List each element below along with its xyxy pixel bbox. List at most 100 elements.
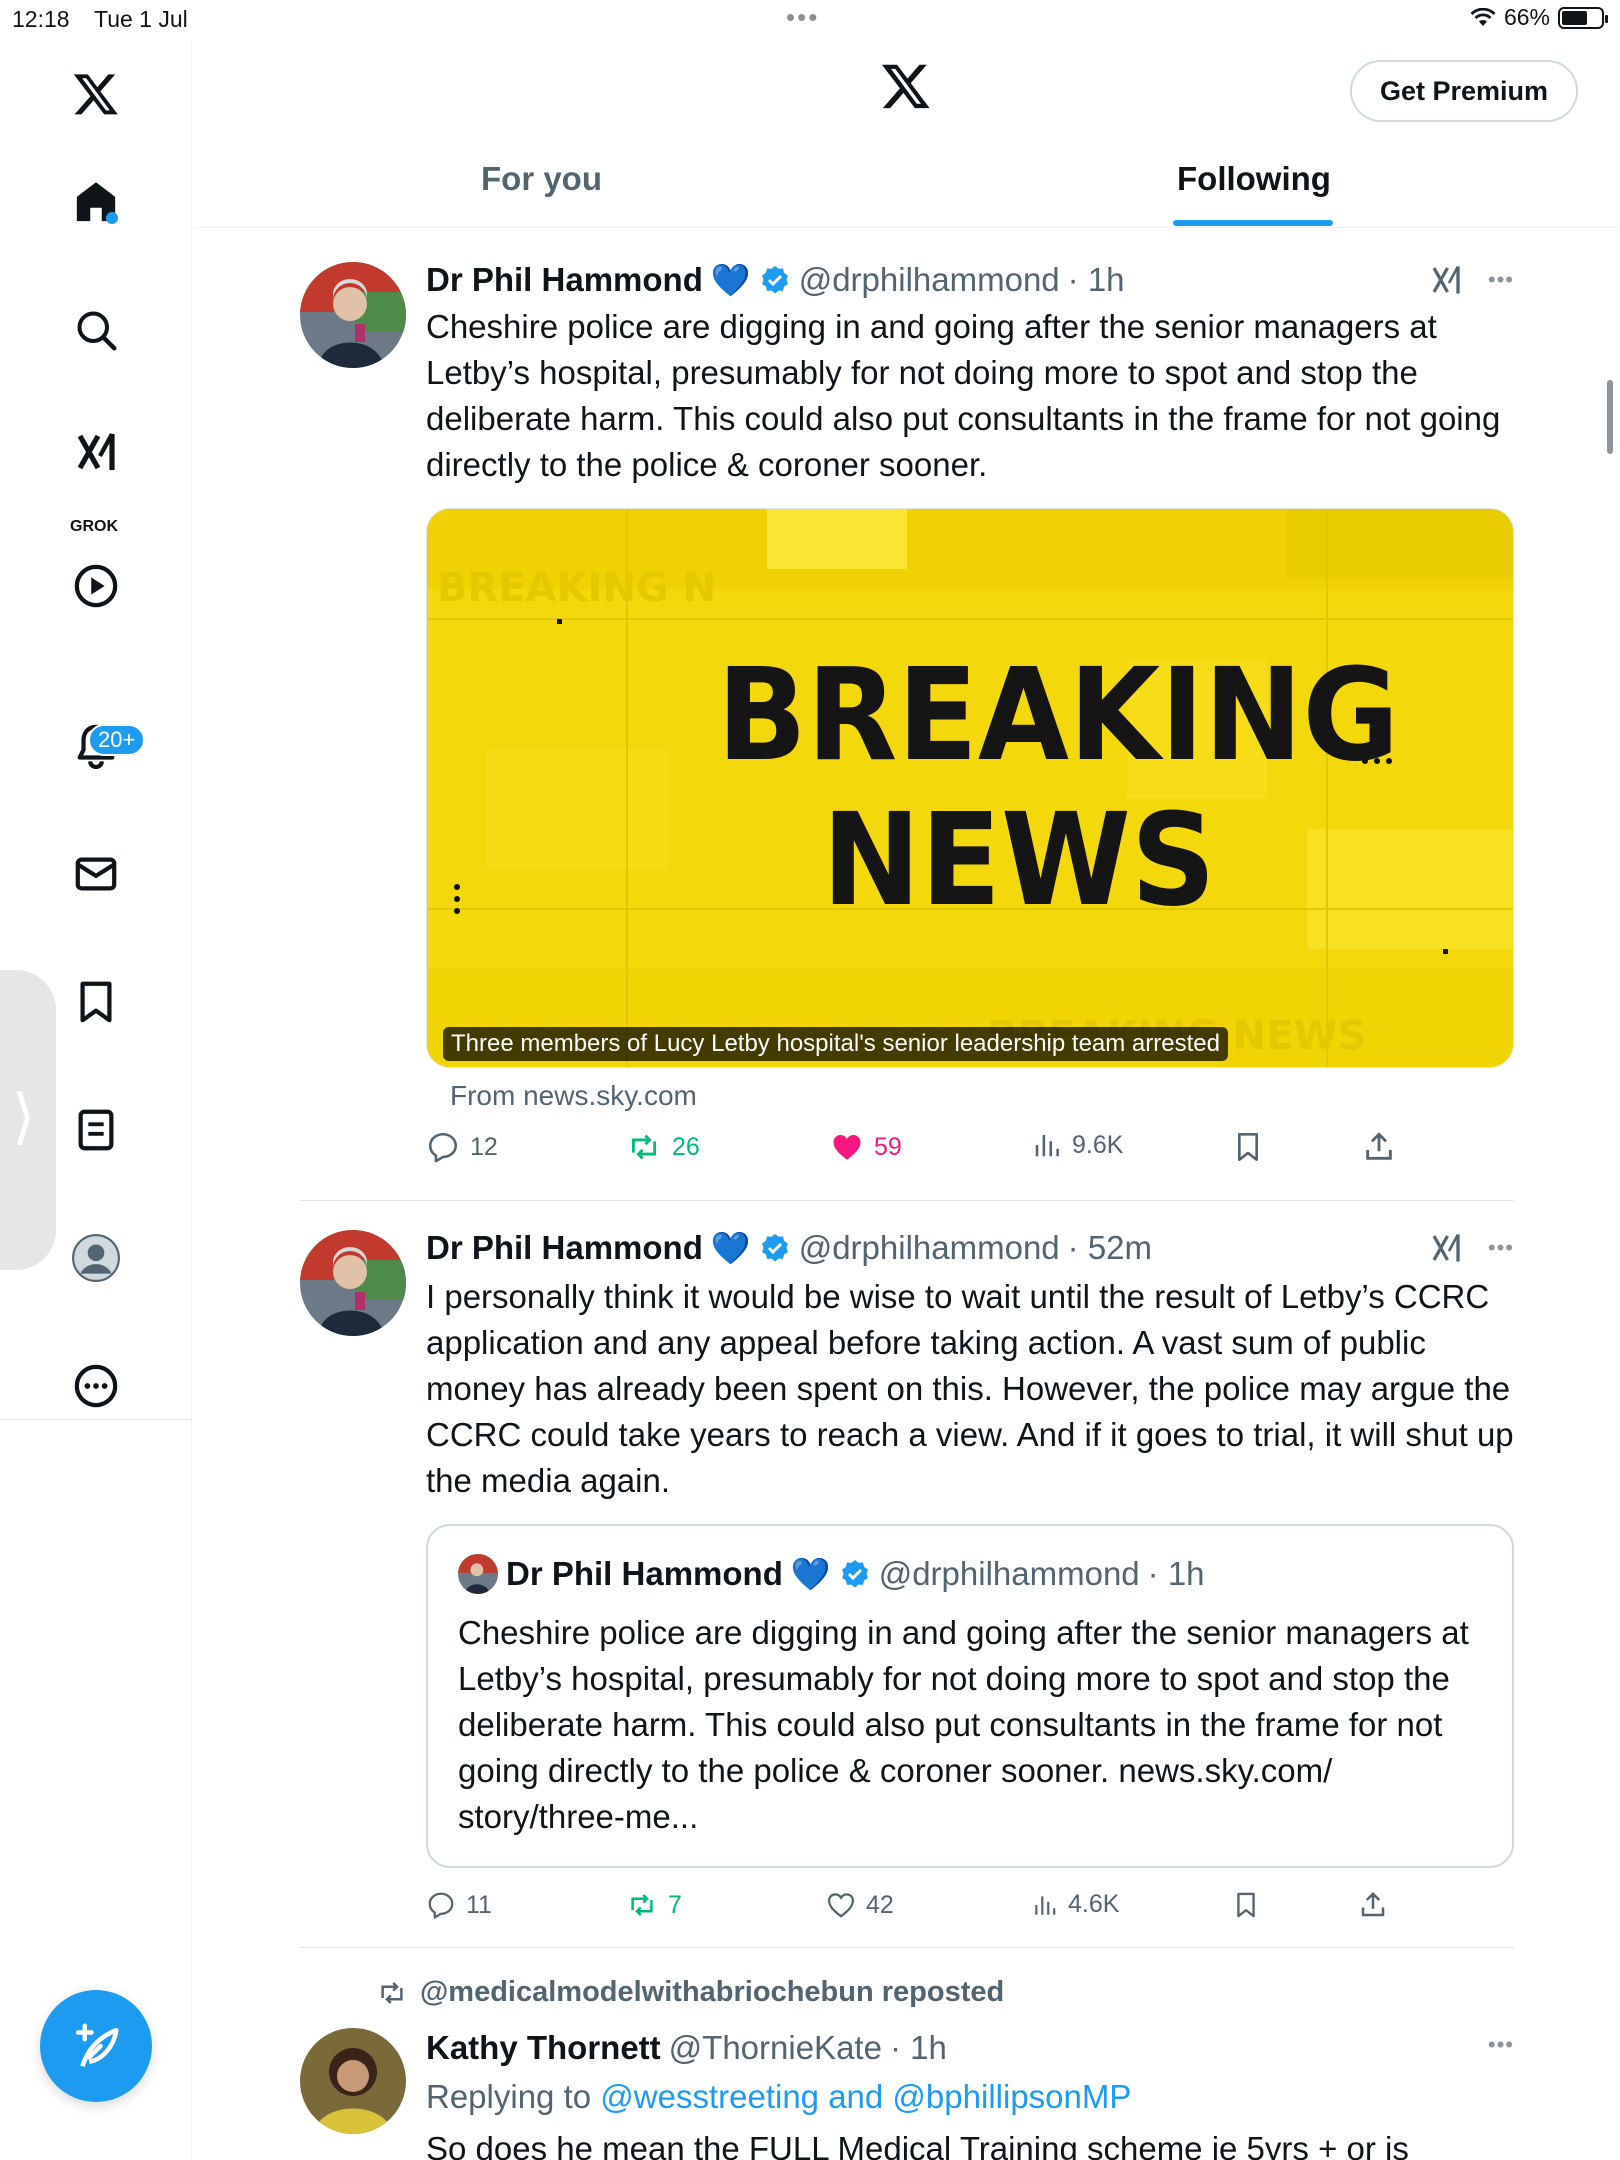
heart-outline-icon [827,1893,855,1918]
author-handle[interactable]: @drphilhammond [799,261,1060,299]
like-button[interactable]: 59 [830,1130,902,1164]
bookmarks-icon[interactable] [64,970,128,1034]
status-time: 12:18 [12,6,70,32]
bookmark-button[interactable] [1232,1890,1260,1920]
tweet-author-row: Dr Phil Hammond 💙 @drphilhammond · 1h [426,258,1125,302]
repost-icon [631,1894,653,1916]
timeline-header: Get Premium For you Following [193,40,1620,228]
svg-text:BREAKING N: BREAKING N [437,565,716,611]
avatar[interactable] [300,2028,406,2134]
tweet-time[interactable]: · 1h [890,2029,947,2067]
author-handle[interactable]: @ThornieKate [669,2029,882,2067]
grok-icon[interactable] [64,420,128,484]
bookmark-icon [1237,1892,1255,1918]
chevron-right-icon: ⟩ [12,1083,36,1150]
tweet-text: So does he mean the FULL Medical Trainin… [426,2130,1409,2160]
breaking-news-image: BREAKING N BREAKING NEWS BREAKING NEWS [427,509,1513,1067]
avatar[interactable] [300,262,406,368]
like-button[interactable]: 42 [826,1890,894,1920]
grok-explain-icon[interactable] [1428,262,1464,298]
profile-avatar[interactable] [64,1226,128,1290]
quoted-tweet-time: · 1h [1147,1555,1205,1592]
tweet-actions: 12 26 59 9.6K [426,1130,1514,1170]
avatar[interactable] [300,1230,406,1336]
author-name[interactable]: Dr Phil Hammond [426,1229,703,1267]
replying-to-label: Replying to [426,2078,592,2115]
home-icon[interactable] [64,170,128,234]
author-name[interactable]: Dr Phil Hammond [426,261,703,299]
like-count: 42 [866,1890,894,1919]
tweet-divider [300,1947,1514,1948]
video-play-icon[interactable] [64,554,128,618]
multitasking-dots-icon[interactable]: ••• [786,2,819,33]
replying-to-line: Replying to @wesstreeting and @bphillips… [426,2074,1514,2120]
author-handle[interactable]: @drphilhammond [799,1229,1060,1267]
more-options-icon[interactable] [64,1354,128,1418]
status-date: Tue 1 Jul [94,6,188,32]
tweet-author-row: Dr Phil Hammond 💙 @drphilhammond · 52m [426,1226,1152,1270]
compose-post-button[interactable] [40,1990,152,2102]
verified-badge-icon [761,266,788,294]
like-count: 59 [874,1132,902,1161]
repost-button[interactable]: 26 [626,1130,700,1164]
blue-heart-emoji: 💙 [710,1230,751,1266]
tweet-top-icons: ••• [1428,1230,1514,1266]
reply-button[interactable]: 12 [426,1130,498,1164]
more-options-icon[interactable]: ••• [1488,2032,1514,2058]
link-card-image[interactable]: BREAKING N BREAKING NEWS BREAKING NEWS T… [426,508,1514,1068]
messages-envelope-icon[interactable] [64,842,128,906]
tweet-time[interactable]: · 52m [1068,1229,1152,1267]
quoted-tweet-text: Cheshire police are digging in and going… [458,1614,1469,1835]
tweet[interactable]: Dr Phil Hammond 💙 @drphilhammond · 52m •… [300,1226,1514,1926]
tweet[interactable]: Dr Phil Hammond 💙 @drphilhammond · 1h ••… [300,258,1514,1188]
share-button[interactable] [1362,1130,1396,1164]
status-right: 66% [1470,4,1608,31]
tab-for-you[interactable]: For you [481,160,602,198]
get-premium-button[interactable]: Get Premium [1350,60,1578,122]
tweet[interactable]: @medicalmodelwithabriochebun reposted Ka… [300,1976,1514,2160]
search-icon[interactable] [64,298,128,362]
repost-button[interactable]: 7 [626,1890,682,1920]
tweet-top-icons: ••• [1488,2032,1514,2058]
quoted-author-handle: @drphilhammond [878,1555,1140,1592]
link-card-caption: Three members of Lucy Letby hospital's s… [443,1027,1228,1061]
scrollbar[interactable] [1607,380,1613,454]
more-options-icon[interactable]: ••• [1488,1235,1514,1261]
articles-icon[interactable] [64,1098,128,1162]
views-chart-icon [1035,1895,1056,1915]
reply-button[interactable]: 11 [426,1890,492,1920]
tweet-actions: 11 7 42 4.6K [426,1890,1514,1930]
bookmark-button[interactable] [1232,1130,1264,1164]
views-button[interactable]: 9.6K [1032,1130,1123,1160]
svg-text:BREAKING: BREAKING [717,641,1399,790]
home-unread-dot [106,212,118,224]
verified-badge-icon [841,1560,868,1588]
repost-context: @medicalmodelwithabriochebun reposted [376,1976,1004,2009]
sidebar-expand-handle[interactable]: ⟩ [0,970,56,1270]
tweet-time[interactable]: · 1h [1068,261,1125,299]
repost-count: 26 [672,1132,700,1161]
verified-badge-icon [761,1234,788,1262]
more-options-icon[interactable]: ••• [1488,267,1514,293]
blue-heart-emoji: 💙 [710,262,751,298]
reposted-by-label[interactable]: @medicalmodelwithabriochebun reposted [420,1976,1004,2009]
svg-text:NEWS: NEWS [822,786,1216,935]
repost-icon [631,1134,657,1160]
bookmark-icon [1238,1133,1258,1161]
sidebar-divider [0,1419,192,1420]
x-logo-icon[interactable] [64,62,128,126]
x-logo-icon[interactable] [879,60,933,117]
link-source[interactable]: From news.sky.com [450,1080,697,1112]
share-icon [1361,1891,1385,1917]
replying-to-handles[interactable]: @wesstreeting and @bphillipsonMP [600,2078,1131,2115]
share-button[interactable] [1358,1890,1388,1920]
repost-count: 7 [668,1890,682,1919]
views-button[interactable]: 4.6K [1032,1890,1119,1919]
view-count: 9.6K [1072,1130,1124,1159]
author-name[interactable]: Kathy Thornett [426,2029,661,2067]
quoted-tweet[interactable]: Dr Phil Hammond 💙 @drphilhammond · 1h Ch… [426,1524,1514,1868]
tab-following[interactable]: Following [1177,160,1331,198]
reply-count: 11 [466,1890,492,1919]
grok-explain-icon[interactable] [1428,1230,1464,1266]
battery-icon [1558,6,1608,29]
